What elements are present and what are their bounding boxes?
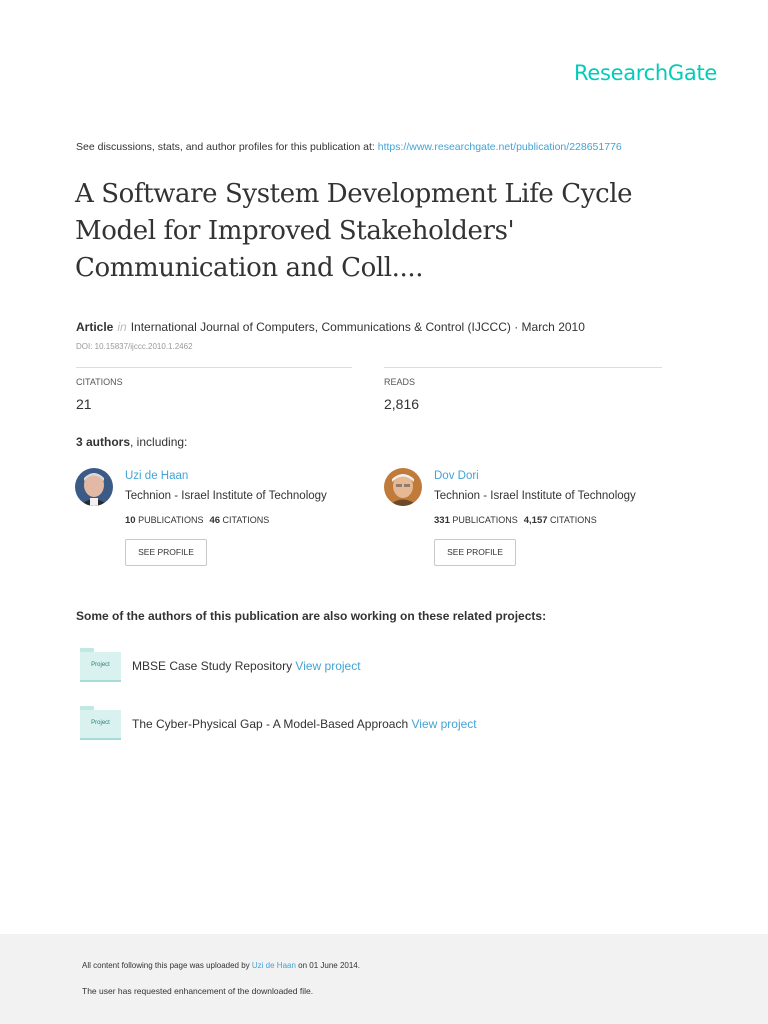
upload-prefix: All content following this page was uplo… [82,961,252,970]
author-card: Uzi de Haan Technion - Israel Institute … [75,468,355,578]
authors-heading: 3 authors, including: [76,435,187,449]
project-badge: Project [91,662,110,668]
doi: DOI: 10.15837/ijccc.2010.1.2462 [76,342,193,351]
upload-suffix: on 01 June 2014. [295,961,360,970]
article-type: Article [76,320,114,334]
reads-divider [384,367,662,368]
citations-count: 46 [209,515,221,526]
author-stats: 10 PUBLICATIONS 46 CITATIONS [125,515,269,526]
authors-suffix: , including: [130,435,188,449]
reads-value: 2,816 [384,396,420,412]
publications-count: 331 [434,515,450,526]
author-name[interactable]: Dov Dori [434,470,479,482]
project-text: The Cyber-Physical Gap - A Model-Based A… [132,717,477,731]
researchgate-logo[interactable]: ResearchGate [574,61,717,85]
project-folder-icon: Project [80,648,121,682]
project-item: Project The Cyber-Physical Gap - A Model… [80,706,580,746]
author-stats: 331 PUBLICATIONS 4,157 CITATIONS [434,515,597,526]
uploader-link[interactable]: Uzi de Haan [252,961,296,970]
citations-divider [76,367,352,368]
project-badge: Project [91,720,110,726]
see-profile-button[interactable]: SEE PROFILE [434,539,516,566]
article-meta: Article in International Journal of Comput… [76,320,585,334]
project-item: Project MBSE Case Study Repository View … [80,648,580,688]
in-word: in [117,320,127,334]
citations-count: 4,157 [523,515,548,526]
intro-text: See discussions, stats, and author profi… [76,141,378,153]
publications-label: PUBLICATIONS [452,515,518,525]
publications-label: PUBLICATIONS [138,515,204,525]
publication-url-link[interactable]: https://www.researchgate.net/publication… [378,141,622,153]
enhancement-note: The user has requested enhancement of th… [82,986,314,996]
publication-url-line: See discussions, stats, and author profi… [76,141,622,153]
author-institution: Technion - Israel Institute of Technolog… [125,490,327,502]
author-institution: Technion - Israel Institute of Technolog… [434,490,636,502]
author-card: Dov Dori Technion - Israel Institute of … [384,468,664,578]
citations-label: CITATIONS [76,377,123,387]
author-avatar[interactable] [75,468,113,506]
author-citations-label: CITATIONS [550,515,597,525]
project-text: MBSE Case Study Repository View project [132,659,361,673]
related-projects-heading: Some of the authors of this publication … [76,609,547,623]
project-title: MBSE Case Study Repository [132,659,296,673]
authors-count: 3 authors [76,435,131,449]
upload-info: All content following this page was uplo… [82,961,360,970]
article-title: A Software System Development Life Cycle… [75,179,633,283]
publications-count: 10 [125,515,136,526]
citations-value: 21 [76,396,92,412]
author-citations-label: CITATIONS [222,515,270,525]
reads-label: READS [384,377,416,387]
journal-line[interactable]: International Journal of Computers, Comm… [131,320,585,334]
project-folder-icon: Project [80,706,121,740]
author-avatar[interactable] [384,468,422,506]
view-project-link[interactable]: View project [411,717,476,731]
author-name[interactable]: Uzi de Haan [125,470,188,482]
project-title: The Cyber-Physical Gap - A Model-Based A… [132,717,412,731]
see-profile-button[interactable]: SEE PROFILE [125,539,207,566]
footer: All content following this page was uplo… [0,934,768,1024]
view-project-link[interactable]: View project [295,659,360,673]
